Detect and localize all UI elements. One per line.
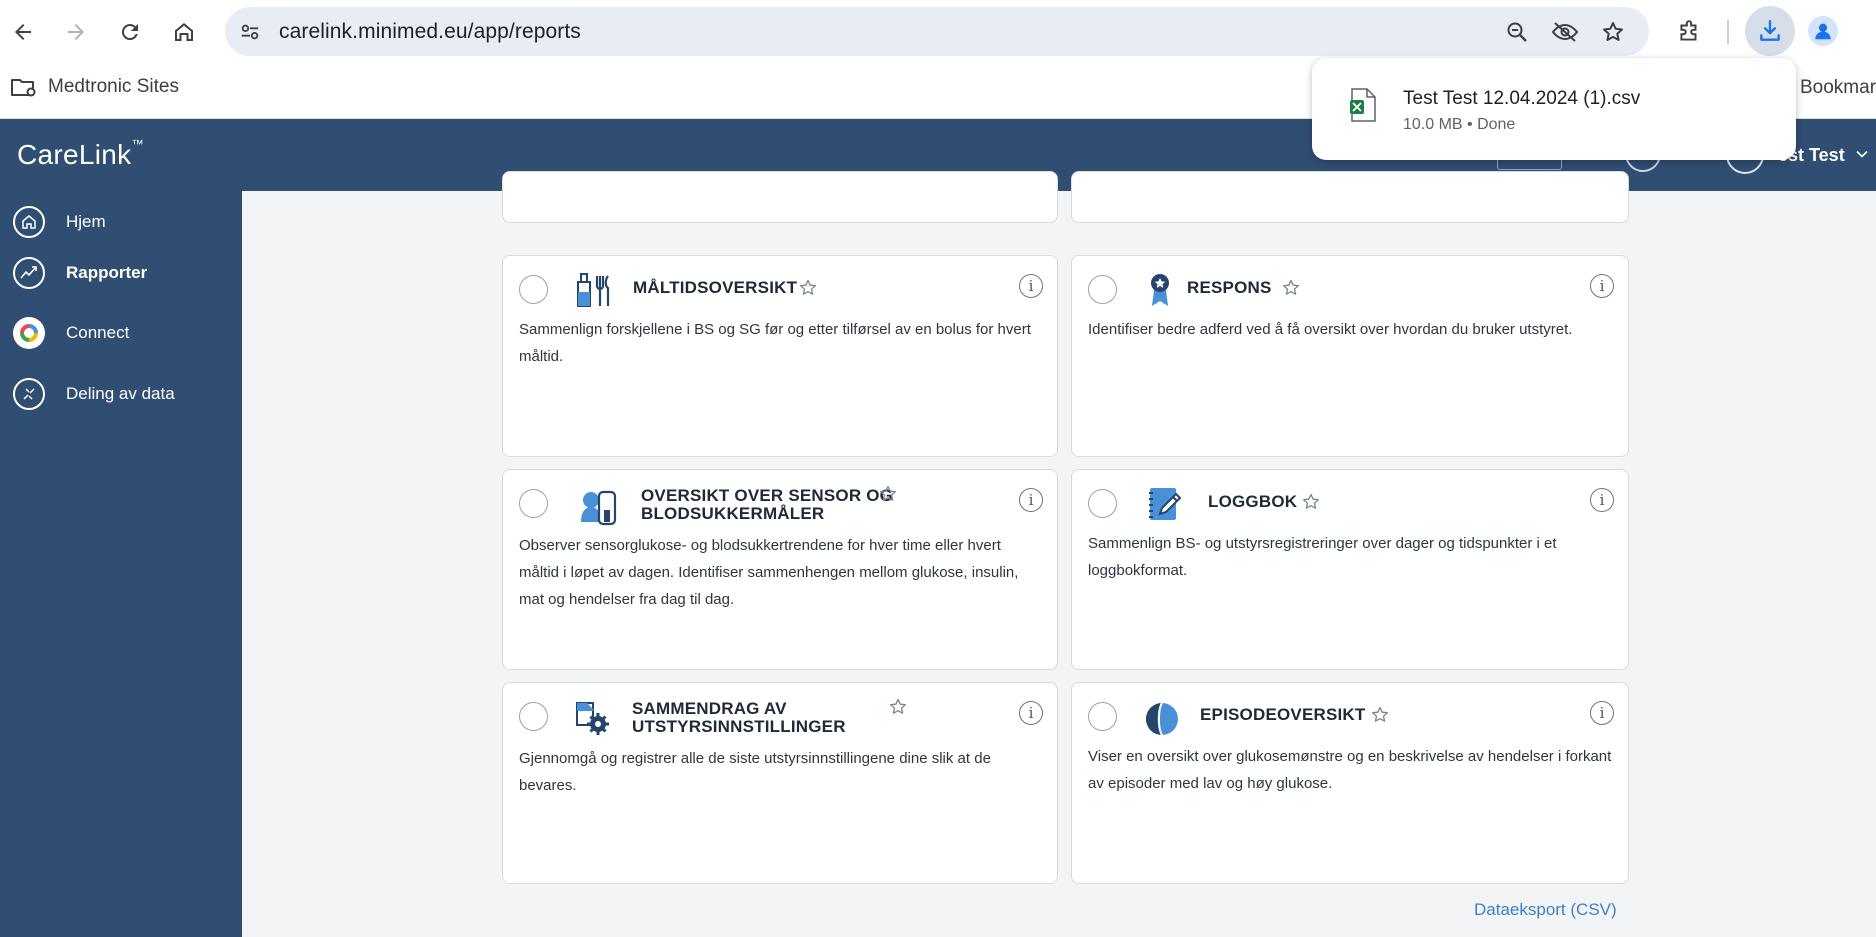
report-title: LOGGBOK	[1208, 492, 1298, 511]
report-description: Observer sensorglukose- og blodsukkertre…	[519, 537, 1019, 608]
download-popup: Test Test 12.04.2024 (1).csv 10.0 MB • D…	[1312, 58, 1796, 160]
bookmark-star-icon[interactable]	[1599, 19, 1627, 45]
report-title: SAMMENDRAG AV UTSTYRSINNSTILLINGER	[632, 699, 846, 736]
report-card-loggbok[interactable]: LOGGBOK i Sammenlign BS- og utstyrsregis…	[1071, 469, 1629, 670]
info-icon[interactable]: i	[1590, 274, 1614, 298]
report-description: Identifiser bedre adferd ved å få oversi…	[1088, 321, 1573, 338]
report-description: Sammenlign forskjellene i BS og SG før o…	[519, 321, 1031, 365]
info-icon[interactable]: i	[1019, 488, 1043, 512]
zoom-icon[interactable]	[1503, 19, 1531, 45]
download-file-name[interactable]: Test Test 12.04.2024 (1).csv	[1403, 88, 1640, 110]
report-select-radio[interactable]	[519, 702, 548, 731]
home-icon	[13, 206, 45, 238]
reports-content: MÅLTIDSOVERSIKT i Sammenlign forskjellen…	[242, 171, 1876, 937]
info-icon[interactable]: i	[1019, 274, 1043, 298]
sidebar-item-hjem[interactable]: Hjem	[0, 197, 242, 247]
share-icon	[13, 378, 45, 410]
forward-button[interactable]	[58, 14, 94, 50]
device-settings-icon	[576, 702, 609, 735]
browser-toolbar: carelink.minimed.eu/app/reports	[0, 0, 1876, 63]
csv-export-link[interactable]: Dataeksport (CSV)	[1474, 900, 1617, 920]
eye-off-icon[interactable]	[1551, 19, 1579, 45]
info-icon[interactable]: i	[1590, 488, 1614, 512]
sensor-meter-icon	[581, 490, 617, 526]
favorite-star-icon[interactable]	[1282, 279, 1300, 297]
sidebar-item-label: Rapporter	[66, 263, 148, 282]
bookmark-right[interactable]: Bookmark	[1800, 77, 1876, 99]
logbook-icon	[1149, 488, 1182, 520]
info-icon[interactable]: i	[1590, 701, 1614, 725]
report-select-radio[interactable]	[1088, 275, 1117, 304]
report-description: Viser en oversikt over glukosemønstre og…	[1088, 748, 1612, 792]
episode-icon	[1146, 702, 1178, 736]
info-icon[interactable]: i	[1019, 701, 1043, 725]
sidebar-item-connect[interactable]: Connect	[0, 308, 242, 358]
report-card-maltidsoversikt[interactable]: MÅLTIDSOVERSIKT i Sammenlign forskjellen…	[502, 255, 1058, 457]
back-button[interactable]	[5, 14, 41, 50]
report-description: Sammenlign BS- og utstyrsregistreringer …	[1088, 535, 1557, 579]
excel-file-icon[interactable]	[1349, 88, 1377, 122]
report-card-sensor-blodsukkermaler[interactable]: OVERSIKT OVER SENSOR OG BLODSUKKERMÅLER i…	[502, 469, 1058, 670]
sidebar-item-label: Connect	[66, 323, 130, 342]
report-select-radio[interactable]	[1088, 489, 1117, 518]
report-description: Gjennomgå og registrer alle de siste uts…	[519, 750, 991, 794]
bookmark-folder-medtronic[interactable]: Medtronic Sites	[10, 75, 179, 99]
meal-icon	[577, 273, 610, 307]
extensions-icon[interactable]	[1669, 12, 1709, 52]
url-text: carelink.minimed.eu/app/reports	[279, 20, 581, 43]
reload-button[interactable]	[112, 14, 148, 50]
person-icon	[1815, 23, 1831, 40]
report-title: MÅLTIDSOVERSIKT	[633, 278, 798, 297]
forward-arrow-icon	[68, 24, 84, 40]
report-select-radio[interactable]	[519, 489, 548, 518]
report-card-utstyrsinnstillinger[interactable]: SAMMENDRAG AV UTSTYRSINNSTILLINGER i Gjen…	[502, 682, 1058, 884]
report-title: RESPONS	[1187, 278, 1272, 297]
download-meta: 10.0 MB • Done	[1403, 116, 1516, 133]
sidebar-item-rapporter[interactable]: Rapporter	[0, 248, 242, 298]
report-select-radio[interactable]	[519, 275, 548, 304]
report-card-respons[interactable]: RESPONS i Identifiser bedre adferd ved å…	[1071, 255, 1629, 457]
chevron-down-icon[interactable]	[1855, 147, 1869, 166]
report-title: OVERSIKT OVER SENSOR OG BLODSUKKERMÅLER	[641, 486, 894, 523]
back-arrow-icon	[15, 24, 31, 40]
connect-icon	[13, 317, 45, 349]
sidebar-item-label: Deling av data	[66, 384, 175, 403]
home-button[interactable]	[166, 14, 202, 50]
site-info-icon[interactable]	[237, 19, 263, 45]
report-card-episodeoversikt[interactable]: EPISODEOVERSIKT i Viser en oversikt over…	[1071, 682, 1629, 884]
folder-settings-icon	[11, 79, 36, 97]
sidebar-item-deling-av-data[interactable]: Deling av data	[0, 369, 242, 419]
sidebar: Hjem Rapporter Connect Deling av data	[0, 191, 242, 937]
toolbar-divider	[1727, 20, 1729, 44]
favorite-star-icon[interactable]	[889, 698, 907, 716]
favorite-star-icon[interactable]	[799, 279, 817, 297]
favorite-star-icon[interactable]	[879, 485, 897, 503]
sidebar-item-label: Hjem	[66, 212, 106, 231]
ribbon-icon	[1151, 274, 1169, 306]
report-card-partial[interactable]	[502, 171, 1058, 223]
favorite-star-icon[interactable]	[1302, 493, 1320, 511]
favorite-star-icon[interactable]	[1371, 706, 1389, 724]
report-card-partial[interactable]	[1071, 171, 1629, 223]
profile-avatar[interactable]	[1808, 16, 1838, 46]
downloads-button[interactable]	[1745, 6, 1795, 56]
report-select-radio[interactable]	[1088, 702, 1117, 731]
reload-icon	[121, 24, 138, 41]
bookmark-label: Medtronic Sites	[48, 76, 179, 97]
trend-icon	[13, 257, 45, 289]
home-icon	[175, 23, 193, 41]
address-bar[interactable]: carelink.minimed.eu/app/reports	[225, 7, 1649, 56]
carelink-logo[interactable]: CareLink™	[17, 137, 144, 171]
report-title: EPISODEOVERSIKT	[1200, 705, 1366, 724]
download-icon	[1760, 20, 1780, 41]
